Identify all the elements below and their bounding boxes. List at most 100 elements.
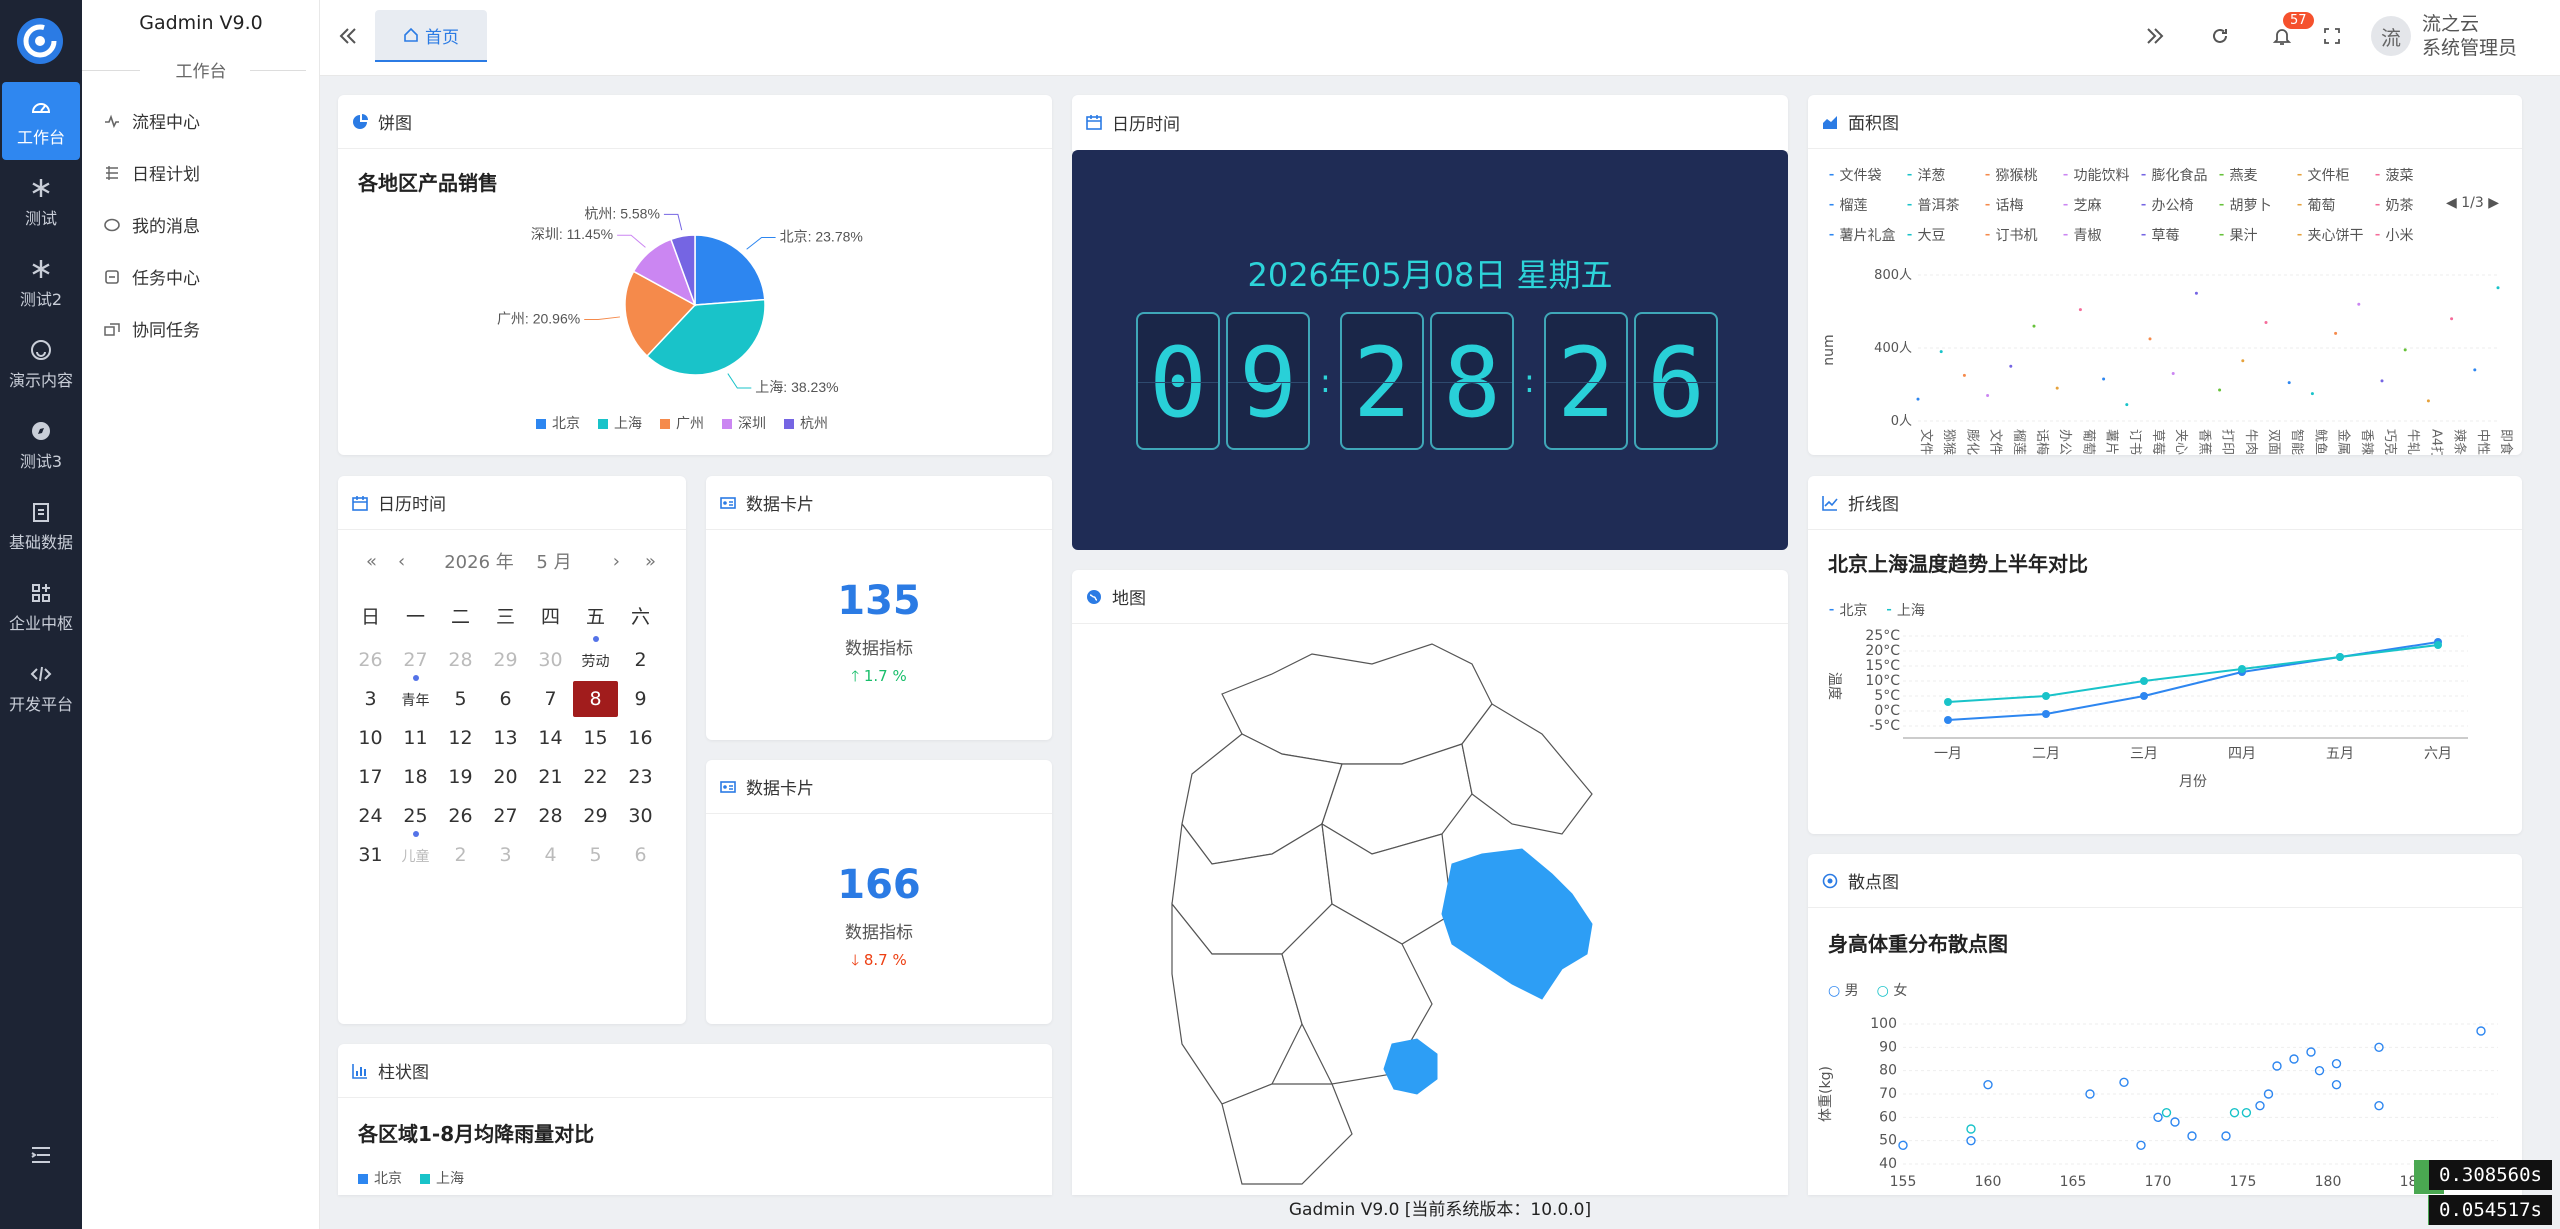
map-region[interactable] [1461,703,1593,835]
legend-item[interactable]: ⁃ 草莓 [2140,225,2179,245]
legend-item[interactable]: 广州 [660,413,704,433]
tab-home[interactable]: 首页 [375,10,487,62]
calendar-day[interactable]: 22 [573,759,618,795]
rail-item-3[interactable]: 测试2 [0,244,82,322]
rail-item-6[interactable]: 基础数据 [0,487,82,565]
legend-item[interactable]: ⁃ 胡萝卜 [2218,195,2271,215]
calendar-day[interactable]: 2 [438,837,483,873]
series-point[interactable] [2140,692,2148,700]
calendar-day[interactable]: 5 [438,681,483,717]
legend-item[interactable]: 北京 [358,1168,402,1188]
legend-item[interactable]: ⁃ 普洱茶 [1906,195,1959,215]
series-point[interactable] [2140,677,2148,685]
bell-icon[interactable] [2272,26,2292,46]
calendar-day[interactable]: 17 [348,759,393,795]
calendar-day[interactable]: 5 [573,837,618,873]
legend-item[interactable]: 上海 [420,1168,464,1188]
calendar-day[interactable]: 13 [483,720,528,756]
calendar-month[interactable]: 5 月 [524,548,584,574]
area-point[interactable] [2496,286,2500,290]
calendar-day[interactable]: 27 [393,642,438,678]
calendar-day[interactable]: 31 [348,837,393,873]
scatter-point[interactable] [2331,1058,2342,1069]
menu-toggle-icon[interactable] [29,1143,53,1167]
area-point[interactable] [1939,350,1943,354]
legend-item[interactable]: 上海 [598,413,642,433]
calendar-day[interactable]: 30 [618,798,663,834]
calendar-day[interactable]: 3 [483,837,528,873]
series-point[interactable] [2336,653,2344,661]
legend-item[interactable]: ⁃ 功能饮料 [2062,165,2129,185]
calendar-day[interactable]: 16 [618,720,663,756]
calendar-day[interactable]: 14 [528,720,573,756]
area-point[interactable] [2055,386,2059,390]
series-line[interactable] [1947,644,2439,703]
map-region-highlighted[interactable] [1383,1038,1438,1095]
scatter-point[interactable] [2306,1047,2316,1057]
area-point[interactable] [2218,388,2222,392]
legend-item[interactable]: ⁃ 订书机 [1984,225,2037,245]
scatter-point[interactable] [2331,1079,2342,1090]
menu-item-3[interactable]: 我的消息 [104,212,200,237]
rail-item-8[interactable]: 开发平台 [0,649,82,727]
calendar-day[interactable]: 2 [618,642,663,678]
calendar-day[interactable]: 18 [393,759,438,795]
more-tabs-icon[interactable] [2145,26,2165,46]
legend-item[interactable]: ⁃ 膨化食品 [2140,165,2207,185]
legend-item[interactable]: ⁃ 大豆 [1906,225,1945,245]
area-point[interactable] [2148,337,2152,341]
series-point[interactable] [2042,692,2050,700]
rail-item-4[interactable]: 演示内容 [0,325,82,403]
scatter-point[interactable] [1966,1124,1976,1134]
scatter-point[interactable] [2187,1131,2197,1141]
calendar-day[interactable]: 20 [483,759,528,795]
legend-item[interactable]: ⁃ 文件袋 [1828,165,1881,185]
map-region-highlighted[interactable] [1441,848,1593,1000]
legend-item[interactable]: 深圳 [722,413,766,433]
scatter-point[interactable] [2136,1140,2146,1151]
area-point[interactable] [2032,324,2036,328]
avatar[interactable]: 流 [2371,16,2411,56]
area-point[interactable] [2310,392,2314,396]
legend-item[interactable]: ⁃ 猕猴桃 [1984,165,2037,185]
rail-item-5[interactable]: 测试3 [0,406,82,484]
calendar-day-selected[interactable]: 8 [573,681,618,717]
collapse-sidebar-icon[interactable] [338,26,358,46]
area-point[interactable] [1962,373,1966,377]
calendar-day[interactable]: 3 [348,681,393,717]
scatter-point[interactable] [2119,1077,2129,1088]
legend-item[interactable]: ⁃ 洋葱 [1906,165,1945,185]
scatter-point[interactable] [2161,1107,2172,1118]
area-point[interactable] [2357,302,2361,306]
calendar-day[interactable]: 29 [483,642,528,678]
area-point[interactable] [1986,393,1990,397]
calendar-day[interactable]: 28 [438,642,483,678]
rail-item-7[interactable]: 企业中枢 [0,568,82,646]
legend-item[interactable]: ⁃ 葡萄 [2296,195,2335,215]
calendar-day[interactable]: 劳动 [573,636,618,678]
calendar-day[interactable]: 11 [393,720,438,756]
scatter-point[interactable] [2221,1131,2231,1141]
calendar-day[interactable]: 6 [483,681,528,717]
legend-item[interactable]: ⁃ 文件柜 [2296,165,2349,185]
calendar-day[interactable]: 21 [528,759,573,795]
legend-item[interactable]: ⁃ 夹心饼干 [2296,225,2363,245]
area-point[interactable] [2380,379,2384,383]
area-point[interactable] [2171,372,2175,376]
menu-item-1[interactable]: 流程中心 [104,108,200,133]
area-point[interactable] [2009,364,2013,368]
calendar-day[interactable]: 4 [528,837,573,873]
calendar-year[interactable]: 2026 年 [434,548,524,574]
legend-pager[interactable]: ◀ 1/3 ▶ [2446,195,2499,211]
legend-item[interactable]: ⁃ 菠菜 [2374,165,2413,185]
area-point[interactable] [2194,291,2198,295]
calendar-day[interactable]: 10 [348,720,393,756]
legend-item[interactable]: 北京 [536,413,580,433]
legend-item[interactable]: ⁃ 小米 [2374,225,2413,245]
area-point[interactable] [1916,397,1920,401]
menu-item-4[interactable]: 任务中心 [104,264,200,289]
calendar-day[interactable]: 12 [438,720,483,756]
scatter-point[interactable] [2476,1026,2486,1036]
area-point[interactable] [2287,381,2291,385]
scatter-point[interactable] [2289,1054,2299,1064]
